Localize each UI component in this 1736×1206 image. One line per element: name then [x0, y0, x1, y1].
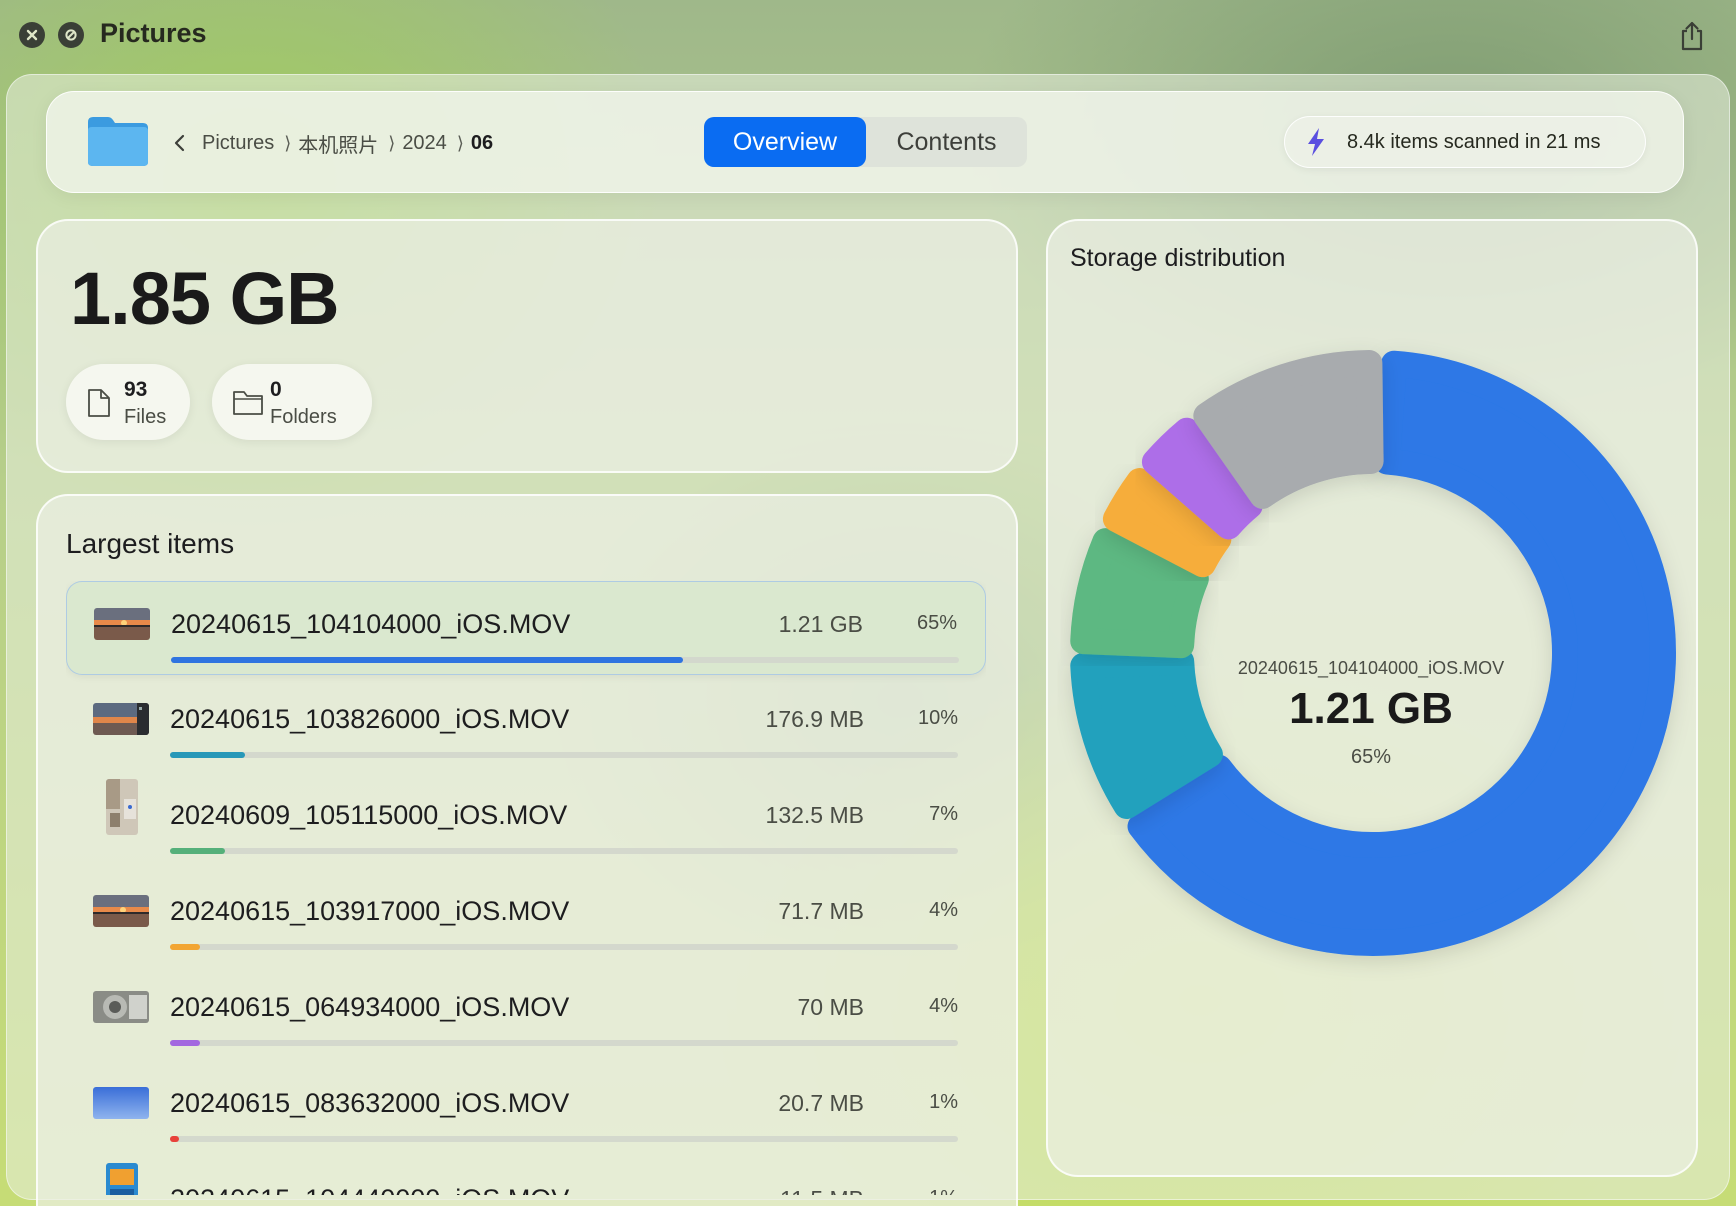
- size-bar-fill: [170, 1040, 200, 1046]
- file-thumbnail: [94, 608, 150, 640]
- file-thumbnail: [93, 991, 149, 1023]
- size-bar-fill: [171, 657, 684, 663]
- breadcrumb-item[interactable]: Pictures: [202, 132, 274, 155]
- share-icon: [1681, 21, 1703, 51]
- file-thumbnail: [93, 703, 149, 735]
- size-bar-fill: [170, 944, 200, 950]
- size-bar-track: [170, 1136, 958, 1142]
- breadcrumb-current: 06: [470, 131, 494, 154]
- breadcrumb-item[interactable]: 2024: [402, 132, 447, 155]
- close-button[interactable]: [19, 22, 45, 48]
- selected-item-percent: 65%: [1350, 746, 1392, 768]
- back-chevron-icon[interactable]: [172, 133, 188, 153]
- close-icon: [26, 29, 38, 41]
- file-thumbnail: [93, 895, 149, 927]
- breadcrumb-separator: ⟩: [388, 132, 396, 153]
- largest-item-row[interactable]: 20240615_083632000_iOS.MOV 20.7 MB 1%: [66, 1061, 986, 1155]
- file-size: 11.5 MB: [780, 1186, 864, 1195]
- file-percent: 10%: [917, 707, 958, 729]
- breadcrumb-separator: ⟩: [284, 132, 292, 153]
- file-size: 132.5 MB: [765, 802, 864, 828]
- file-name: 20240615_083632000_iOS.MOV: [170, 1088, 570, 1118]
- window-title: Pictures: [100, 18, 207, 48]
- scan-status-text: 8.4k items scanned in 21 ms: [1347, 130, 1601, 153]
- folder-outline-icon: [233, 391, 263, 415]
- file-name: 20240615_104440000_iOS.MOV: [170, 1184, 569, 1195]
- file-name: 20240615_064934000_iOS.MOV: [170, 992, 570, 1022]
- files-count-pill: 93 Files: [66, 364, 190, 440]
- breadcrumb: Pictures ⟩ 本机照片 ⟩ 2024 ⟩ 06: [172, 128, 493, 158]
- folders-count: 0: [270, 378, 282, 401]
- file-name: 20240615_103917000_iOS.MOV: [170, 896, 570, 926]
- size-bar-track: [170, 848, 958, 854]
- file-size: 71.7 MB: [778, 898, 864, 924]
- file-percent: 65%: [916, 612, 957, 634]
- files-count: 93: [124, 378, 148, 401]
- file-thumbnail: [106, 1163, 138, 1195]
- largest-item-row[interactable]: 20240615_104104000_iOS.MOV 1.21 GB 65%: [66, 581, 986, 675]
- tab-contents[interactable]: Contents: [866, 117, 1027, 167]
- tab-overview[interactable]: Overview: [704, 117, 866, 167]
- file-name: 20240609_105115000_iOS.MOV: [170, 800, 568, 830]
- share-button[interactable]: [1672, 16, 1712, 56]
- file-percent: 1%: [929, 1187, 958, 1195]
- view-segmented-control: Overview Contents: [704, 117, 1027, 167]
- total-size: 1.85 GB: [70, 257, 340, 340]
- size-bar-track: [170, 752, 958, 758]
- size-bar-track: [171, 657, 959, 663]
- largest-item-row[interactable]: 20240615_103826000_iOS.MOV 176.9 MB 10%: [66, 677, 986, 771]
- size-bar-fill: [170, 1136, 179, 1142]
- size-bar-fill: [170, 848, 226, 854]
- file-icon: [88, 389, 110, 417]
- breadcrumb-separator: ⟩: [456, 132, 464, 153]
- breadcrumb-item[interactable]: 本机照片: [298, 129, 378, 158]
- file-name: 20240615_104104000_iOS.MOV: [171, 609, 571, 639]
- title-bar: Pictures: [0, 0, 1736, 72]
- file-percent: 1%: [929, 1091, 958, 1113]
- size-bar-track: [170, 944, 958, 950]
- stop-button[interactable]: [58, 22, 84, 48]
- file-size: 1.21 GB: [778, 611, 863, 637]
- folders-label: Folders: [270, 406, 337, 428]
- file-size: 176.9 MB: [765, 706, 864, 732]
- app-window: Pictures Pictures ⟩ 本机照片 ⟩ 2024 ⟩ 06 Ove…: [0, 0, 1736, 1206]
- file-thumbnail: [93, 1087, 149, 1119]
- file-size: 20.7 MB: [778, 1090, 864, 1116]
- cancel-icon: [65, 29, 77, 41]
- file-size: 70 MB: [797, 994, 864, 1020]
- size-bar-fill: [170, 752, 245, 758]
- largest-item-row[interactable]: 20240615_104440000_iOS.MOV 11.5 MB 1%: [66, 1157, 986, 1195]
- selected-item-name: 20240615_104104000_iOS.MOV: [1237, 658, 1505, 678]
- lightning-icon: [1308, 128, 1324, 156]
- largest-items-list: 20240615_104104000_iOS.MOV 1.21 GB 65% 2024…: [66, 581, 986, 1195]
- file-percent: 4%: [929, 899, 958, 921]
- folder-icon: [88, 117, 148, 166]
- file-name: 20240615_103826000_iOS.MOV: [170, 704, 570, 734]
- files-label: Files: [124, 406, 167, 428]
- file-thumbnail: [106, 779, 138, 835]
- size-bar-track: [170, 1040, 958, 1046]
- largest-item-row[interactable]: 20240615_103917000_iOS.MOV 71.7 MB 4%: [66, 869, 986, 963]
- selected-item-size: 1.21 GB: [1289, 684, 1453, 733]
- file-percent: 4%: [929, 995, 958, 1017]
- largest-item-row[interactable]: 20240609_105115000_iOS.MOV 132.5 MB 7%: [66, 773, 986, 867]
- file-percent: 7%: [929, 803, 958, 825]
- folders-count-pill: 0 Folders: [212, 364, 372, 440]
- largest-items-title: Largest items: [66, 528, 235, 559]
- largest-item-row[interactable]: 20240615_064934000_iOS.MOV 70 MB 4%: [66, 965, 986, 1059]
- scan-status-badge: 8.4k items scanned in 21 ms: [1284, 116, 1646, 168]
